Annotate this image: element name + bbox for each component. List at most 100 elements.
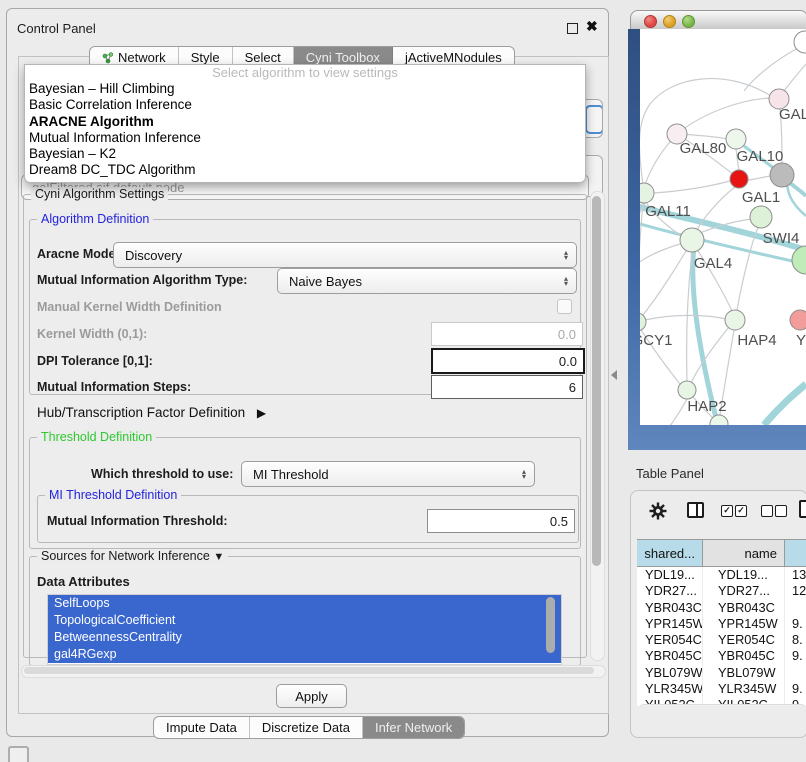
network-node-label: HAP4 [737,332,776,349]
float-window-icon[interactable] [567,23,578,34]
network-edge[interactable] [693,246,717,422]
network-node[interactable] [770,163,794,187]
cyni-bottom-tabbar: Impute DataDiscretize DataInfer Network [153,716,465,739]
data-attribute-item[interactable]: BetweennessCentrality [48,629,561,646]
network-node-label: GAL11 [645,203,691,220]
mi-threshold-label: Mutual Information Threshold: [47,514,228,528]
network-window-titlebar[interactable] [630,10,806,31]
sources-legend[interactable]: Sources for Network Inference ▼ [37,549,228,563]
table-horizontal-scrollbar[interactable] [638,704,806,706]
combo-arrows-icon: ▴▾ [522,469,526,479]
algorithm-option[interactable]: Mutual Information Inference [25,130,585,146]
splitter-collapse-arrow[interactable] [611,370,617,380]
algorithm-option[interactable]: Bayesian – K2 [25,146,585,162]
network-node[interactable] [725,310,745,330]
network-node-label: HAP2 [687,398,726,415]
select-all-checkbox-icon[interactable]: ✓ [721,505,733,517]
mi-steps-field[interactable]: 6 [431,375,583,399]
mi-threshold-field[interactable]: 0.5 [427,509,575,533]
kernel-width-field[interactable]: 0.0 [431,322,583,346]
network-node[interactable] [640,313,646,331]
network-edge[interactable] [640,244,680,266]
expander-down-arrow-icon: ▼ [213,551,224,563]
mi-algorithm-type-combo[interactable]: Naive Bayes ▴▾ [277,268,577,294]
table-header-cell[interactable] [785,540,806,566]
table-row[interactable]: YER054CYER054C8. [637,632,806,648]
table-row[interactable]: YBR043CYBR043C [637,600,806,616]
split-columns-icon[interactable] [687,502,704,518]
table-header-row: shared...name [637,540,806,567]
table-panel: ✓ ✓ shared...name YDL19...YDL19...13YDR2… [630,490,806,738]
dpi-tolerance-field[interactable]: 0.0 [431,348,585,374]
network-edge[interactable] [744,48,798,91]
table-row[interactable]: YPR145WYPR145W9. [637,616,806,632]
network-node[interactable] [680,228,704,252]
minimize-traffic-icon[interactable] [663,15,676,28]
table-panel-title: Table Panel [636,466,704,481]
manual-kernel-width-checkbox[interactable] [557,299,572,314]
network-node[interactable] [726,129,746,149]
tab-impute-data[interactable]: Impute Data [154,717,250,738]
algorithm-dropdown-placeholder: Select algorithm to view settings [25,65,585,81]
network-edge[interactable] [782,64,806,94]
zoom-traffic-icon[interactable] [682,15,695,28]
network-icon [102,52,114,64]
network-edge[interactable] [640,79,771,185]
network-edge[interactable] [748,176,770,180]
table-row[interactable]: YBL079WYBL079W [637,665,806,681]
hub-transcription-expander[interactable]: Hub/Transcription Factor Definition ▶ [37,405,266,420]
table-row[interactable]: YLR345WYLR345W9. [637,681,806,697]
settings-horizontal-scrollbar[interactable] [21,665,606,678]
network-edge[interactable] [764,384,806,425]
network-node[interactable] [792,246,806,274]
mi-algorithm-type-label: Mutual Information Algorithm Type: [37,273,247,287]
algorithm-option[interactable]: Bayesian – Hill Climbing [25,81,585,97]
algorithm-option[interactable]: Basic Correlation Inference [25,97,585,113]
table-header-cell[interactable]: name [703,540,785,566]
close-icon[interactable]: ✖ [586,18,598,35]
deselect-all-checkbox-icon[interactable] [761,505,773,517]
node-table: shared...name YDL19...YDL19...13YDR27...… [637,539,806,706]
network-node[interactable] [640,183,654,203]
network-node[interactable] [678,381,696,399]
tab-infer-network[interactable]: Infer Network [363,717,464,738]
network-node[interactable] [730,170,748,188]
algorithm-option[interactable]: Dream8 DC_TDC Algorithm [25,162,585,178]
network-node[interactable] [790,310,806,330]
deselect-all-checkbox-icon[interactable] [775,505,787,517]
control-panel-window: Control Panel ✖ NetworkStyleSelectCyni T… [6,8,609,737]
aracne-mode-combo[interactable]: Discovery ▴▾ [113,242,577,268]
network-node-label: GAL80 [680,140,727,157]
data-attributes-list[interactable]: SelfLoopsTopologicalCoefficientBetweenne… [47,594,562,665]
tab-discretize-data[interactable]: Discretize Data [250,717,363,738]
network-edge[interactable] [737,228,758,310]
table-row[interactable]: YDL19...YDL19...13 [637,567,806,583]
network-edge[interactable] [677,98,771,134]
algorithm-option[interactable]: ARACNE Algorithm [25,114,585,130]
close-traffic-icon[interactable] [644,15,657,28]
network-graph[interactable]: GALGAL80GAL10GAL1GAL11SWI4GAL4GCY1HAP4YH… [640,29,806,425]
new-column-icon[interactable] [799,500,806,518]
network-node[interactable] [750,206,772,228]
network-node[interactable] [710,415,728,425]
table-header-cell[interactable]: shared... [637,540,703,566]
network-edge[interactable] [670,399,687,425]
data-attribute-item[interactable]: gal4RGexp [48,646,561,663]
network-edge[interactable] [645,315,726,320]
which-threshold-combo[interactable]: MI Threshold ▴▾ [241,461,535,487]
settings-vertical-scrollbar[interactable] [590,191,605,661]
network-edge[interactable] [640,203,643,313]
apply-button[interactable]: Apply [276,684,347,708]
network-edge[interactable] [654,181,730,193]
gear-icon[interactable] [649,502,667,520]
network-canvas[interactable]: GALGAL80GAL10GAL1GAL11SWI4GAL4GCY1HAP4YH… [640,29,806,425]
minimized-panel-icon[interactable] [8,746,29,762]
attributes-vertical-scrollbar[interactable] [545,597,557,659]
network-edge[interactable] [642,251,686,316]
threshold-definition-legend: Threshold Definition [37,430,156,444]
table-row[interactable]: YBR045CYBR045C9. [637,648,806,664]
select-all-checkbox-icon[interactable]: ✓ [735,505,747,517]
data-attribute-item[interactable]: TopologicalCoefficient [48,612,561,629]
data-attribute-item[interactable]: SelfLoops [48,595,561,612]
table-row[interactable]: YDR27...YDR27...12 [637,583,806,599]
